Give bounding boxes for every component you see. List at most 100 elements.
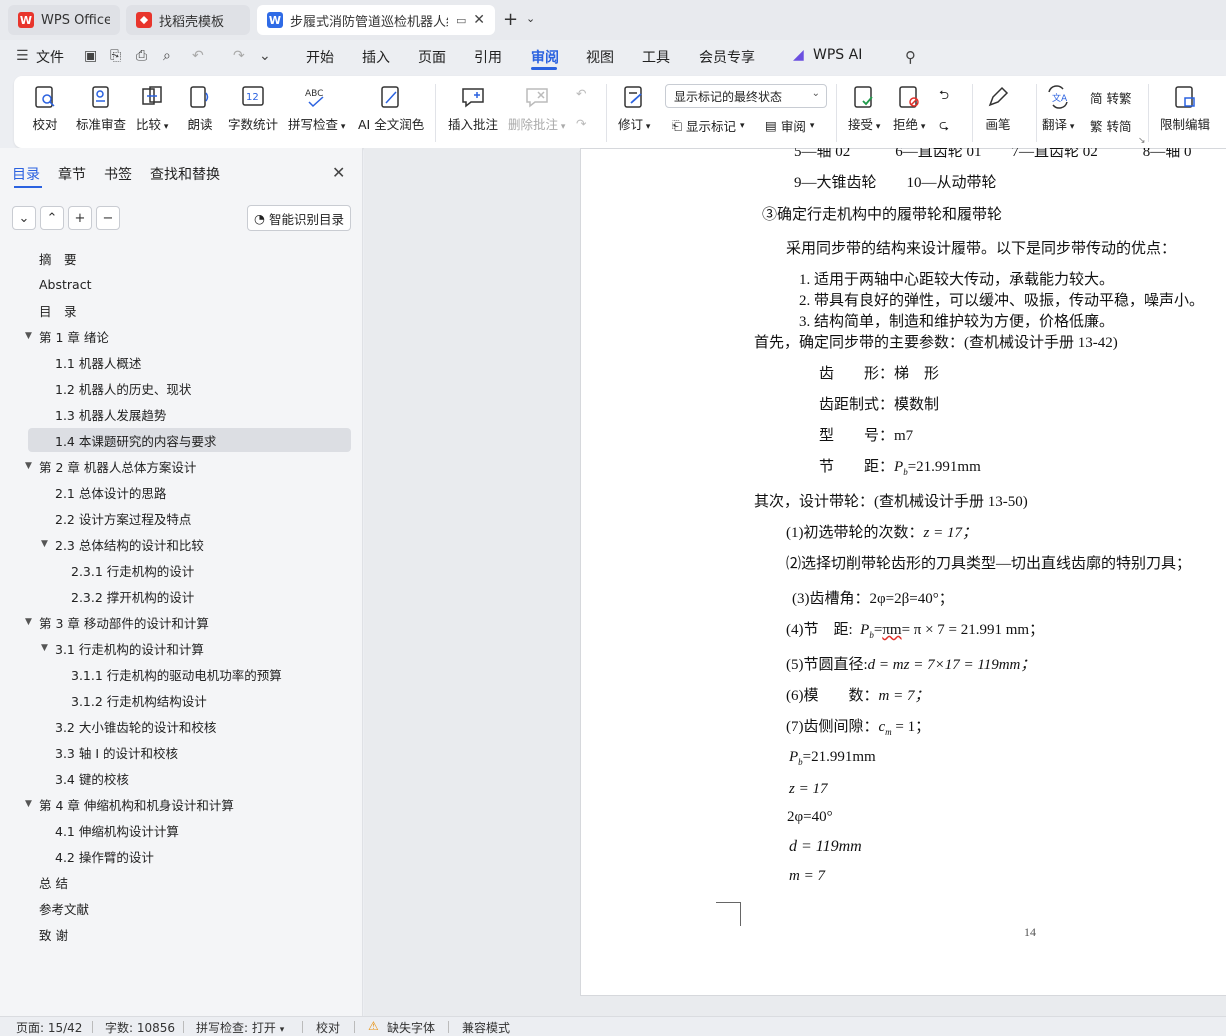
expand-up-button[interactable]: ⌃ — [40, 206, 64, 230]
toc-item[interactable]: 1.2 机器人的历史、现状 — [28, 376, 351, 400]
menu-page[interactable]: 页面 — [418, 47, 446, 67]
menu-insert[interactable]: 插入 — [362, 47, 390, 67]
tab-docer-templates[interactable]: ⬥ 找稻壳模板 — [126, 5, 250, 35]
menu-wps-ai[interactable]: WPS AI — [813, 47, 862, 63]
toc-item[interactable]: ▼ 第 1 章 绪论 — [25, 324, 351, 348]
toc-item[interactable]: 2.3.2 撑开机构的设计 — [28, 584, 351, 608]
accept-button[interactable]: 接受 ▾ — [848, 84, 880, 133]
dialog-launcher-icon[interactable]: ↘ — [1138, 136, 1146, 146]
toc-item[interactable]: 摘 要 — [28, 246, 351, 270]
expand-arrow-icon[interactable]: ▼ — [25, 617, 32, 627]
toc-item[interactable]: 3.1.1 行走机构的驱动电机功率的预算 — [28, 662, 351, 686]
next-comment-icon[interactable]: ↷ — [576, 116, 586, 131]
to-simplified-button[interactable]: 繁 转简 — [1090, 116, 1131, 135]
print-preview-icon[interactable]: ⌕ — [163, 48, 171, 64]
toc-item[interactable]: ▼ 3.1 行走机构的设计和计算 — [28, 636, 351, 660]
review-pane-button[interactable]: ▤ 审阅 ▾ — [765, 116, 814, 135]
expand-arrow-icon[interactable]: ▼ — [41, 643, 48, 653]
delete-comment-button[interactable]: 删除批注 ▾ — [508, 84, 565, 133]
new-tab-icon[interactable]: + — [503, 9, 518, 30]
collapse-all-button[interactable]: ⌄ — [12, 206, 36, 230]
menu-tools[interactable]: 工具 — [642, 47, 670, 67]
redo-icon[interactable]: ↷ — [233, 48, 245, 64]
reject-button[interactable]: 拒绝 ▾ — [893, 84, 925, 133]
word-count-button[interactable]: 12 字数统计 — [228, 84, 278, 133]
menu-review[interactable]: 审阅 — [531, 47, 559, 67]
toc-item[interactable]: 4.2 操作臂的设计 — [28, 844, 351, 868]
toc-item[interactable]: 参考文献 — [28, 896, 351, 920]
expand-arrow-icon[interactable]: ▼ — [41, 539, 48, 549]
smart-toc-button[interactable]: ◔ 智能识别目录 — [247, 205, 351, 231]
proofread-status[interactable]: 校对 — [316, 1019, 340, 1036]
toc-item[interactable]: 3.1.2 行走机构结构设计 — [28, 688, 351, 712]
page-indicator[interactable]: 页面: 15/42 — [16, 1019, 82, 1036]
toc-item[interactable]: 1.1 机器人概述 — [28, 350, 351, 374]
search-icon[interactable]: ⚲ — [905, 48, 916, 66]
toc-item[interactable]: 2.1 总体设计的思路 — [28, 480, 351, 504]
export-icon[interactable]: ⎘ — [110, 48, 121, 64]
document-page[interactable]: 5—轴 02 6—直齿轮 01 7—直齿轮 02 8—轴 0 9—大锥齿轮 10… — [580, 148, 1226, 996]
undo-icon[interactable]: ↶ — [192, 48, 204, 64]
toc-item[interactable]: ▼ 2.3 总体结构的设计和比较 — [28, 532, 351, 556]
standard-review-button[interactable]: 标准审查 — [76, 84, 126, 133]
close-panel-icon[interactable]: ✕ — [332, 163, 345, 182]
menu-view[interactable]: 视图 — [586, 47, 614, 67]
toc-item[interactable]: 目 录 — [28, 298, 351, 322]
hamburger-icon[interactable]: ☰ — [16, 48, 29, 64]
toc-item[interactable]: 3.2 大小锥齿轮的设计和校核 — [28, 714, 351, 738]
missing-font-status[interactable]: 缺失字体 — [387, 1019, 435, 1036]
track-changes-button[interactable]: 修订 ▾ — [618, 84, 650, 133]
word-count-indicator[interactable]: 字数: 10856 — [105, 1019, 175, 1036]
toc-item[interactable]: 总 结 — [28, 870, 351, 894]
toc-item[interactable]: 1.4 本课题研究的内容与要求 — [28, 428, 351, 452]
expand-arrow-icon[interactable]: ▼ — [25, 331, 32, 341]
tab-find-replace[interactable]: 查找和替换 — [150, 164, 220, 184]
next-change-icon[interactable]: ⮎ — [939, 116, 949, 137]
tab-bookmarks[interactable]: 书签 — [104, 164, 132, 184]
previous-comment-icon[interactable]: ↶ — [576, 86, 586, 101]
toc-item[interactable]: ▼ 第 2 章 机器人总体方案设计 — [25, 454, 351, 478]
toc-item[interactable]: ▼ 第 3 章 移动部件的设计和计算 — [25, 610, 351, 634]
tab-document[interactable]: W 步履式消防管道巡检机器人结 ▭ ✕ — [257, 5, 495, 35]
toc-item[interactable]: 4.1 伸缩机构设计计算 — [28, 818, 351, 842]
read-aloud-button[interactable]: 朗读 — [187, 84, 213, 133]
tab-wps-office[interactable]: W WPS Office — [8, 5, 120, 35]
print-icon[interactable]: ⎙ — [136, 48, 147, 64]
menu-home[interactable]: 开始 — [306, 47, 334, 67]
monitor-icon[interactable]: ▭ — [456, 14, 466, 27]
toc-item[interactable]: ▼ 第 4 章 伸缩机构和机身设计和计算 — [25, 792, 351, 816]
menu-references[interactable]: 引用 — [474, 47, 502, 67]
show-markup-button[interactable]: ⎗ 显示标记 ▾ — [672, 116, 745, 135]
tab-toc[interactable]: 目录 — [12, 164, 40, 184]
chevron-down-icon[interactable]: ⌄ — [526, 12, 535, 25]
previous-change-icon[interactable]: ⮌ — [939, 86, 949, 107]
compatibility-mode-status[interactable]: 兼容模式 — [462, 1019, 510, 1036]
markup-display-select[interactable]: 显示标记的最终状态 ⌄ — [665, 84, 827, 108]
restrict-editing-button[interactable]: 限制编辑 — [1160, 84, 1210, 133]
pen-button[interactable]: 画笔 — [985, 84, 1011, 133]
spell-check-button[interactable]: ABC 拼写检查 ▾ — [288, 84, 345, 133]
expand-arrow-icon[interactable]: ▼ — [25, 799, 32, 809]
to-traditional-button[interactable]: 简 转繁 — [1090, 88, 1131, 107]
remove-heading-button[interactable]: − — [96, 206, 120, 230]
proofread-button[interactable]: 校对 — [32, 84, 58, 133]
toc-item[interactable]: 2.2 设计方案过程及特点 — [28, 506, 351, 530]
menu-membership[interactable]: 会员专享 — [699, 47, 755, 67]
menu-file[interactable]: 文件 — [36, 47, 64, 67]
chevron-down-icon[interactable]: ⌄ — [259, 48, 271, 64]
spell-check-toggle[interactable]: 拼写检查: 打开 ▾ — [196, 1019, 284, 1036]
toc-item[interactable]: 2.3.1 行走机构的设计 — [28, 558, 351, 582]
ai-polish-button[interactable]: AI 全文润色 — [358, 84, 424, 133]
toc-item[interactable]: 3.3 轴 I 的设计和校核 — [28, 740, 351, 764]
save-icon[interactable]: ▣ — [84, 48, 97, 64]
toc-item[interactable]: 3.4 键的校核 — [28, 766, 351, 790]
expand-arrow-icon[interactable]: ▼ — [25, 461, 32, 471]
translate-button[interactable]: 文A 翻译 ▾ — [1042, 84, 1074, 133]
insert-comment-button[interactable]: 插入批注 — [448, 84, 498, 133]
add-heading-button[interactable]: + — [68, 206, 92, 230]
toc-item[interactable]: 致 谢 — [28, 922, 351, 946]
compare-button[interactable]: 比较 ▾ — [136, 84, 168, 133]
toc-item[interactable]: Abstract — [28, 272, 351, 296]
close-tab-icon[interactable]: ✕ — [473, 12, 485, 28]
tab-sections[interactable]: 章节 — [58, 164, 86, 184]
